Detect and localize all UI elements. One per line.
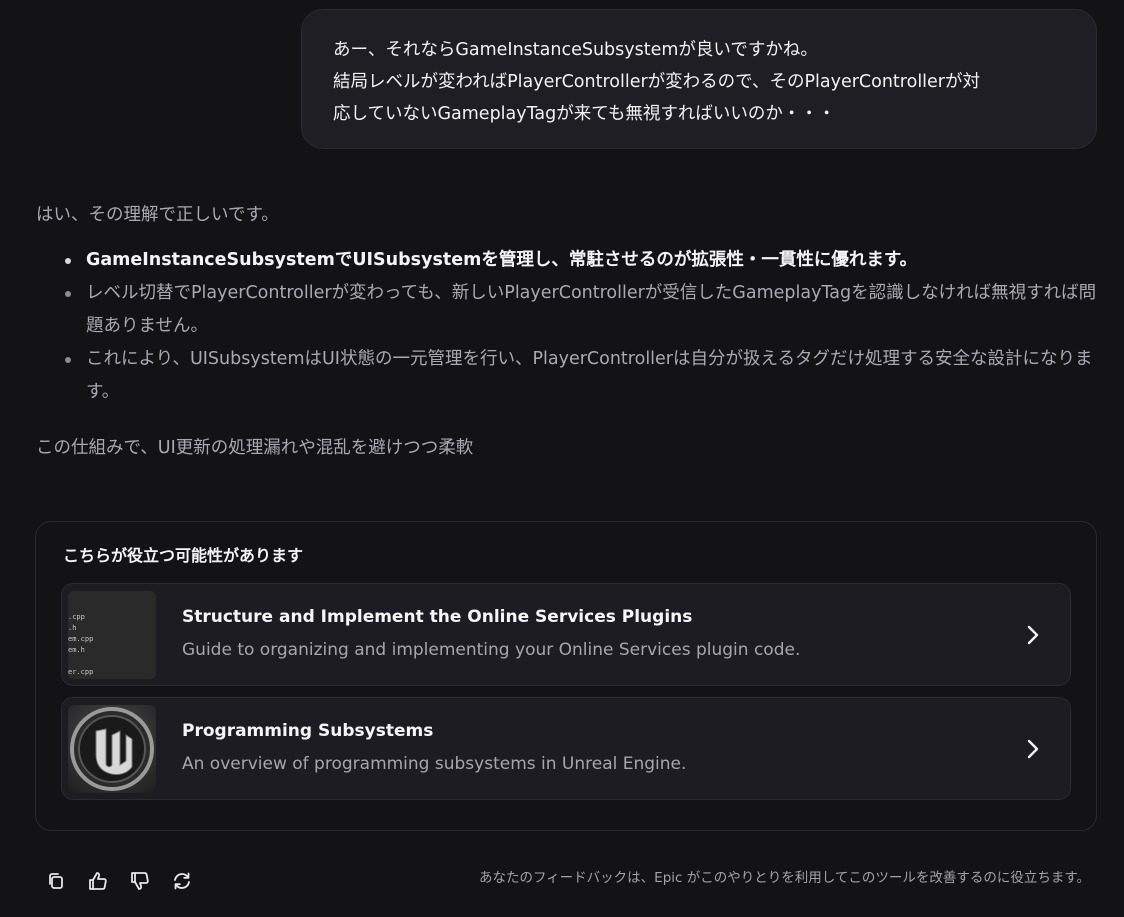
answer-bullet: レベル切替でPlayerControllerが変わっても、新しいPlayerCo… <box>36 277 1106 343</box>
answer-bullet-text: GameInstanceSubsystemでUISubsystemを管理し、常駐… <box>86 250 918 270</box>
assistant-answer: はい、その理解で正しいです。 GameInstanceSubsystemでUIS… <box>36 198 1106 465</box>
answer-bullet-text: レベル切替でPlayerControllerが変わっても、新しいPlayerCo… <box>86 283 1097 336</box>
regenerate-icon[interactable] <box>171 870 193 892</box>
thumb-file-line: .h <box>68 624 77 632</box>
bullet-dot <box>65 291 71 297</box>
suggestion-card-title: Structure and Implement the Online Servi… <box>182 607 693 627</box>
chevron-right-icon <box>1024 624 1042 646</box>
suggestion-card-description: An overview of programming subsystems in… <box>182 754 687 774</box>
feedback-note: あなたのフィードバックは、Epic がこのやりとりを利用してこのツールを改善する… <box>478 870 1090 886</box>
bullet-dot <box>65 258 71 264</box>
suggestions-panel: こちらが役立つ可能性があります .cpp .h em.cpp em.h er.c… <box>35 521 1097 831</box>
thumb-file-line: em.h <box>68 646 85 654</box>
thumb-file-line: er.cpp <box>68 668 94 676</box>
answer-bullet-text: これにより、UISubsystemはUI状態の一元管理を行い、PlayerCon… <box>86 349 1093 402</box>
suggestion-card-programming-subsystems[interactable]: Programming Subsystems An overview of pr… <box>61 697 1071 800</box>
user-message-line: あー、それならGameInstanceSubsystemが良いですかね。 <box>333 40 818 60</box>
answer-bullet: これにより、UISubsystemはUI状態の一元管理を行い、PlayerCon… <box>36 343 1106 409</box>
chevron-right-icon <box>1024 738 1042 760</box>
suggestion-card-online-services[interactable]: .cpp .h em.cpp em.h er.cpp Structure and… <box>61 583 1071 686</box>
user-message-bubble: あー、それならGameInstanceSubsystemが良いですかね。 結局レ… <box>301 9 1097 149</box>
answer-intro: はい、その理解で正しいです。 <box>36 205 279 225</box>
suggestions-title: こちらが役立つ可能性があります <box>63 546 304 565</box>
answer-outro: この仕組みで、UI更新の処理漏れや混乱を避けつつ柔軟 <box>36 438 474 458</box>
thumb-file-line: .cpp <box>68 613 85 621</box>
answer-bullet: GameInstanceSubsystemでUISubsystemを管理し、常駐… <box>36 244 1106 277</box>
thumbs-up-icon[interactable] <box>87 870 109 892</box>
answer-bullet-list: GameInstanceSubsystemでUISubsystemを管理し、常駐… <box>36 244 1106 409</box>
code-files-thumbnail: .cpp .h em.cpp em.h er.cpp <box>68 591 156 679</box>
user-message-line: 結局レベルが変わればPlayerControllerが変わるので、そのPlaye… <box>333 72 981 92</box>
user-message-line: 応していないGameplayTagが来ても無視すればいいのか・・・ <box>333 104 836 124</box>
chat-page: あー、それならGameInstanceSubsystemが良いですかね。 結局レ… <box>0 0 1124 917</box>
suggestion-card-title: Programming Subsystems <box>182 721 434 741</box>
thumb-file-line <box>68 656 156 667</box>
unreal-engine-logo <box>68 705 156 793</box>
thumb-file-line: em.cpp <box>68 635 94 643</box>
thumbs-down-icon[interactable] <box>129 870 151 892</box>
copy-icon[interactable] <box>45 870 67 892</box>
suggestion-card-description: Guide to organizing and implementing you… <box>182 640 801 660</box>
bullet-dot <box>65 357 71 363</box>
